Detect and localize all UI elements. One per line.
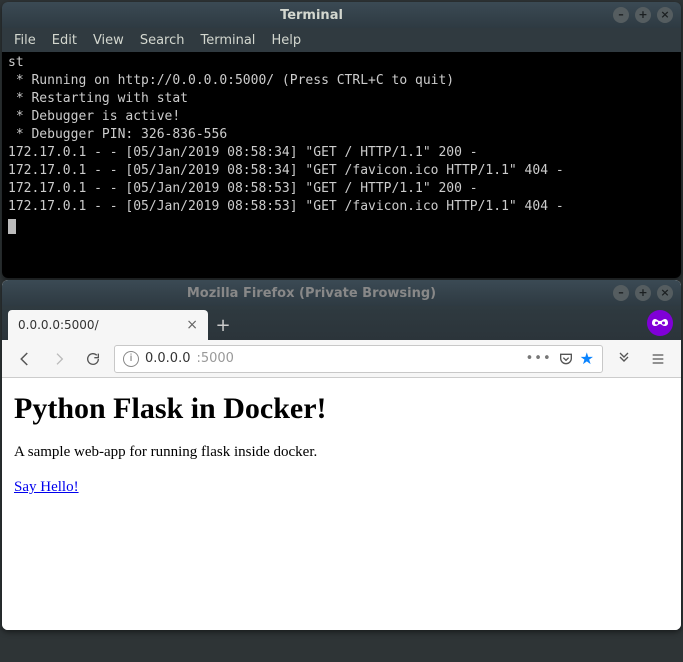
terminal-menubar: File Edit View Search Terminal Help: [2, 28, 681, 52]
hamburger-menu-button[interactable]: [645, 346, 671, 372]
maximize-icon[interactable]: +: [635, 7, 651, 23]
terminal-line: 172.17.0.1 - - [05/Jan/2019 08:58:34] "G…: [8, 145, 478, 160]
browser-tab[interactable]: 0.0.0.0:5000/ ×: [8, 310, 208, 340]
terminal-line: 172.17.0.1 - - [05/Jan/2019 08:58:53] "G…: [8, 199, 564, 214]
bookmark-star-icon[interactable]: ★: [580, 349, 594, 368]
terminal-line: * Debugger PIN: 326-836-556: [8, 127, 227, 142]
firefox-window: Mozilla Firefox (Private Browsing) – + ×…: [2, 280, 681, 630]
terminal-titlebar[interactable]: Terminal – + ×: [2, 2, 681, 28]
reload-button[interactable]: [80, 346, 106, 372]
url-bar[interactable]: i 0.0.0.0 :5000 ••• ★: [114, 345, 603, 373]
url-host: 0.0.0.0: [145, 351, 190, 366]
page-paragraph: A sample web-app for running flask insid…: [14, 444, 669, 461]
firefox-titlebar[interactable]: Mozilla Firefox (Private Browsing) – + ×: [2, 280, 681, 306]
terminal-line: * Running on http://0.0.0.0:5000/ (Press…: [8, 73, 454, 88]
new-tab-button[interactable]: +: [208, 310, 238, 340]
terminal-cursor: [8, 219, 16, 234]
menu-edit[interactable]: Edit: [52, 33, 77, 48]
say-hello-link[interactable]: Say Hello!: [14, 479, 79, 495]
terminal-line: 172.17.0.1 - - [05/Jan/2019 08:58:34] "G…: [8, 163, 564, 178]
menu-file[interactable]: File: [14, 33, 36, 48]
back-button[interactable]: [12, 346, 38, 372]
terminal-line: st: [8, 55, 24, 70]
page-heading: Python Flask in Docker!: [14, 392, 669, 426]
terminal-body[interactable]: st * Running on http://0.0.0.0:5000/ (Pr…: [2, 52, 681, 278]
menu-search[interactable]: Search: [140, 33, 185, 48]
maximize-icon[interactable]: +: [635, 285, 651, 301]
tab-close-icon[interactable]: ×: [186, 318, 198, 332]
url-path: :5000: [196, 351, 233, 366]
private-browsing-icon: [647, 310, 673, 336]
overflow-button[interactable]: [611, 346, 637, 372]
menu-help[interactable]: Help: [271, 33, 301, 48]
terminal-line: * Restarting with stat: [8, 91, 188, 106]
close-icon[interactable]: ×: [657, 7, 673, 23]
forward-button[interactable]: [46, 346, 72, 372]
minimize-icon[interactable]: –: [613, 285, 629, 301]
tab-label: 0.0.0.0:5000/: [18, 318, 99, 332]
close-icon[interactable]: ×: [657, 285, 673, 301]
firefox-title: Mozilla Firefox (Private Browsing): [10, 286, 613, 301]
tab-bar: 0.0.0.0:5000/ × +: [2, 306, 681, 340]
page-actions-icon[interactable]: •••: [526, 351, 552, 366]
minimize-icon[interactable]: –: [613, 7, 629, 23]
menu-terminal[interactable]: Terminal: [200, 33, 255, 48]
terminal-line: * Debugger is active!: [8, 109, 180, 124]
terminal-line: 172.17.0.1 - - [05/Jan/2019 08:58:53] "G…: [8, 181, 478, 196]
terminal-title: Terminal: [10, 8, 613, 23]
menu-view[interactable]: View: [93, 33, 124, 48]
page-content: Python Flask in Docker! A sample web-app…: [2, 378, 681, 630]
pocket-icon[interactable]: [558, 351, 574, 367]
terminal-window: Terminal – + × File Edit View Search Ter…: [2, 2, 681, 278]
browser-toolbar: i 0.0.0.0 :5000 ••• ★: [2, 340, 681, 378]
site-info-icon[interactable]: i: [123, 351, 139, 367]
